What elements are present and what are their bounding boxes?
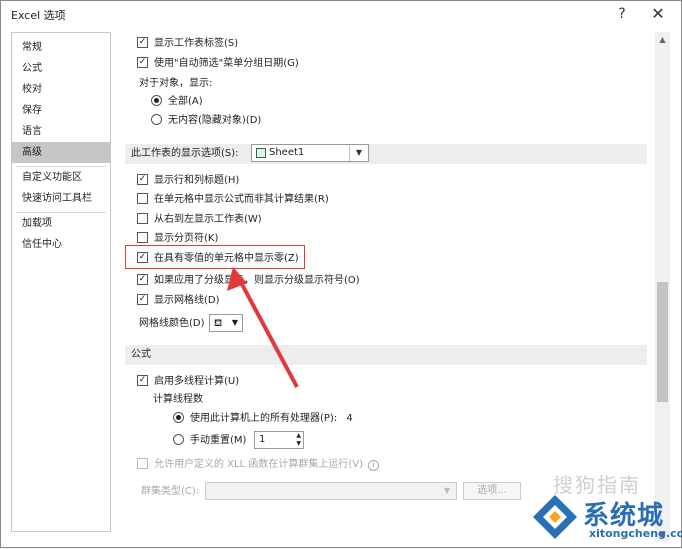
sidebar-item-proofing[interactable]: 校对 <box>12 79 110 100</box>
show-formulas-option[interactable]: 在单元格中显示公式而非其计算结果(R) <box>137 191 329 209</box>
checkbox-disabled[interactable] <box>137 457 148 469</box>
options-content: ✓ 显示工作表标签(S) ✓ 使用"自动筛选"菜单分组日期(G) 对于对象，显示: … <box>117 32 671 542</box>
radio-hide-objects[interactable]: 无内容(隐藏对象)(D) <box>151 112 261 130</box>
sidebar-item-language[interactable]: 语言 <box>12 121 110 142</box>
gridline-color-label: 网格线颜色(D) <box>139 318 205 329</box>
sidebar-item-trust-center[interactable]: 信任中心 <box>12 234 110 255</box>
sidebar-item-save[interactable]: 保存 <box>12 100 110 121</box>
right-to-left-option[interactable]: 从右到左显示工作表(W) <box>137 211 262 229</box>
chevron-down-icon: ▼ <box>443 486 451 495</box>
watermark-logo: 系统城 xitongcheng.com <box>529 491 682 543</box>
excel-options-dialog: Excel 选项 ? ✕ 常规 公式 校对 保存 语言 高级 自定义功能区 快速… <box>0 0 682 548</box>
window-title: Excel 选项 <box>11 9 66 22</box>
paint-bucket-icon: ⛾ <box>214 318 223 329</box>
multithread-option[interactable]: ✓ 启用多线程计算(U) <box>137 373 239 391</box>
manual-thread-stepper[interactable]: 1 ▲ ▼ <box>254 431 304 449</box>
group-dates-option[interactable]: ✓ 使用"自动筛选"菜单分组日期(G) <box>137 55 299 73</box>
checkbox-checked[interactable]: ✓ <box>137 56 148 68</box>
gridline-color-picker[interactable]: ⛾ ▼ <box>209 314 243 332</box>
help-button[interactable]: ? <box>605 1 639 27</box>
checkbox-unchecked[interactable] <box>137 192 148 204</box>
radio-selected[interactable] <box>151 94 162 106</box>
sheet-display-section: 此工作表的显示选项(S): <box>125 144 647 164</box>
sheet-display-label: 此工作表的显示选项(S): <box>131 148 239 159</box>
gridlines-option[interactable]: ✓ 显示网格线(D) <box>137 292 220 310</box>
content-scrollbar[interactable]: ▲ ▼ <box>655 32 670 542</box>
checkbox-checked[interactable]: ✓ <box>137 273 148 285</box>
scroll-thumb[interactable] <box>657 282 668 402</box>
sidebar-item-advanced[interactable]: 高级 <box>12 142 110 163</box>
stepper-arrows-icon: ▲ ▼ <box>296 432 301 447</box>
radio-unselected[interactable] <box>151 113 162 125</box>
objects-display-label: 对于对象，显示: <box>139 78 213 89</box>
radio-selected[interactable] <box>173 411 184 423</box>
diamond-logo-icon <box>533 495 577 539</box>
sidebar-nav: 常规 公式 校对 保存 语言 高级 自定义功能区 快速访问工具栏 加载项 信任中… <box>11 32 111 532</box>
xll-cluster-option[interactable]: 允许用户定义的 XLL 函数在计算群集上运行(V) i <box>137 456 380 474</box>
sidebar-item-formulas[interactable]: 公式 <box>12 58 110 79</box>
checkbox-checked[interactable]: ✓ <box>137 293 148 305</box>
checkbox-unchecked[interactable] <box>137 231 148 243</box>
cluster-type-label: 群集类型(C): <box>141 486 200 497</box>
radio-manual-threads[interactable]: 手动重置(M) <box>173 432 246 450</box>
scroll-up-arrow-icon[interactable]: ▲ <box>655 32 670 47</box>
red-highlight-box <box>125 245 305 269</box>
excel-sheet-icon <box>256 148 266 158</box>
show-sheet-tabs-option[interactable]: ✓ 显示工作表标签(S) <box>137 35 238 53</box>
checkbox-checked[interactable]: ✓ <box>137 36 148 48</box>
radio-show-all[interactable]: 全部(A) <box>151 93 203 111</box>
sidebar-item-addins[interactable]: 加载项 <box>12 213 110 234</box>
checkbox-checked[interactable]: ✓ <box>137 374 148 386</box>
thread-count-label: 计算线程数 <box>153 394 203 405</box>
outline-symbols-option[interactable]: ✓ 如果应用了分级显示，则显示分级显示符号(O) <box>137 272 360 290</box>
sidebar-item-customize-ribbon[interactable]: 自定义功能区 <box>12 167 110 188</box>
title-bar: Excel 选项 ? ✕ <box>1 1 681 27</box>
formulas-header: 公式 <box>131 349 151 360</box>
radio-use-all-processors[interactable]: 使用此计算机上的所有处理器(P): 4 <box>173 410 353 428</box>
processor-count: 4 <box>346 413 353 424</box>
info-icon: i <box>368 460 380 471</box>
sidebar-item-quick-access[interactable]: 快速访问工具栏 <box>12 188 110 209</box>
chevron-down-icon: ▼ <box>231 318 238 327</box>
watermark-url: xitongcheng.com <box>589 527 682 540</box>
chevron-down-icon: ▼ <box>349 145 368 161</box>
radio-unselected[interactable] <box>173 433 184 445</box>
checkbox-checked[interactable]: ✓ <box>137 173 148 185</box>
close-button[interactable]: ✕ <box>641 1 675 27</box>
sheet-select-dropdown[interactable]: Sheet1 ▼ <box>251 144 369 162</box>
cluster-options-button[interactable]: 选项... <box>463 482 521 500</box>
row-col-headers-option[interactable]: ✓ 显示行和列标题(H) <box>137 172 239 190</box>
cluster-type-dropdown[interactable]: ▼ <box>205 482 457 500</box>
formulas-section: 公式 <box>125 345 647 365</box>
sidebar-item-general[interactable]: 常规 <box>12 37 110 58</box>
checkbox-unchecked[interactable] <box>137 212 148 224</box>
